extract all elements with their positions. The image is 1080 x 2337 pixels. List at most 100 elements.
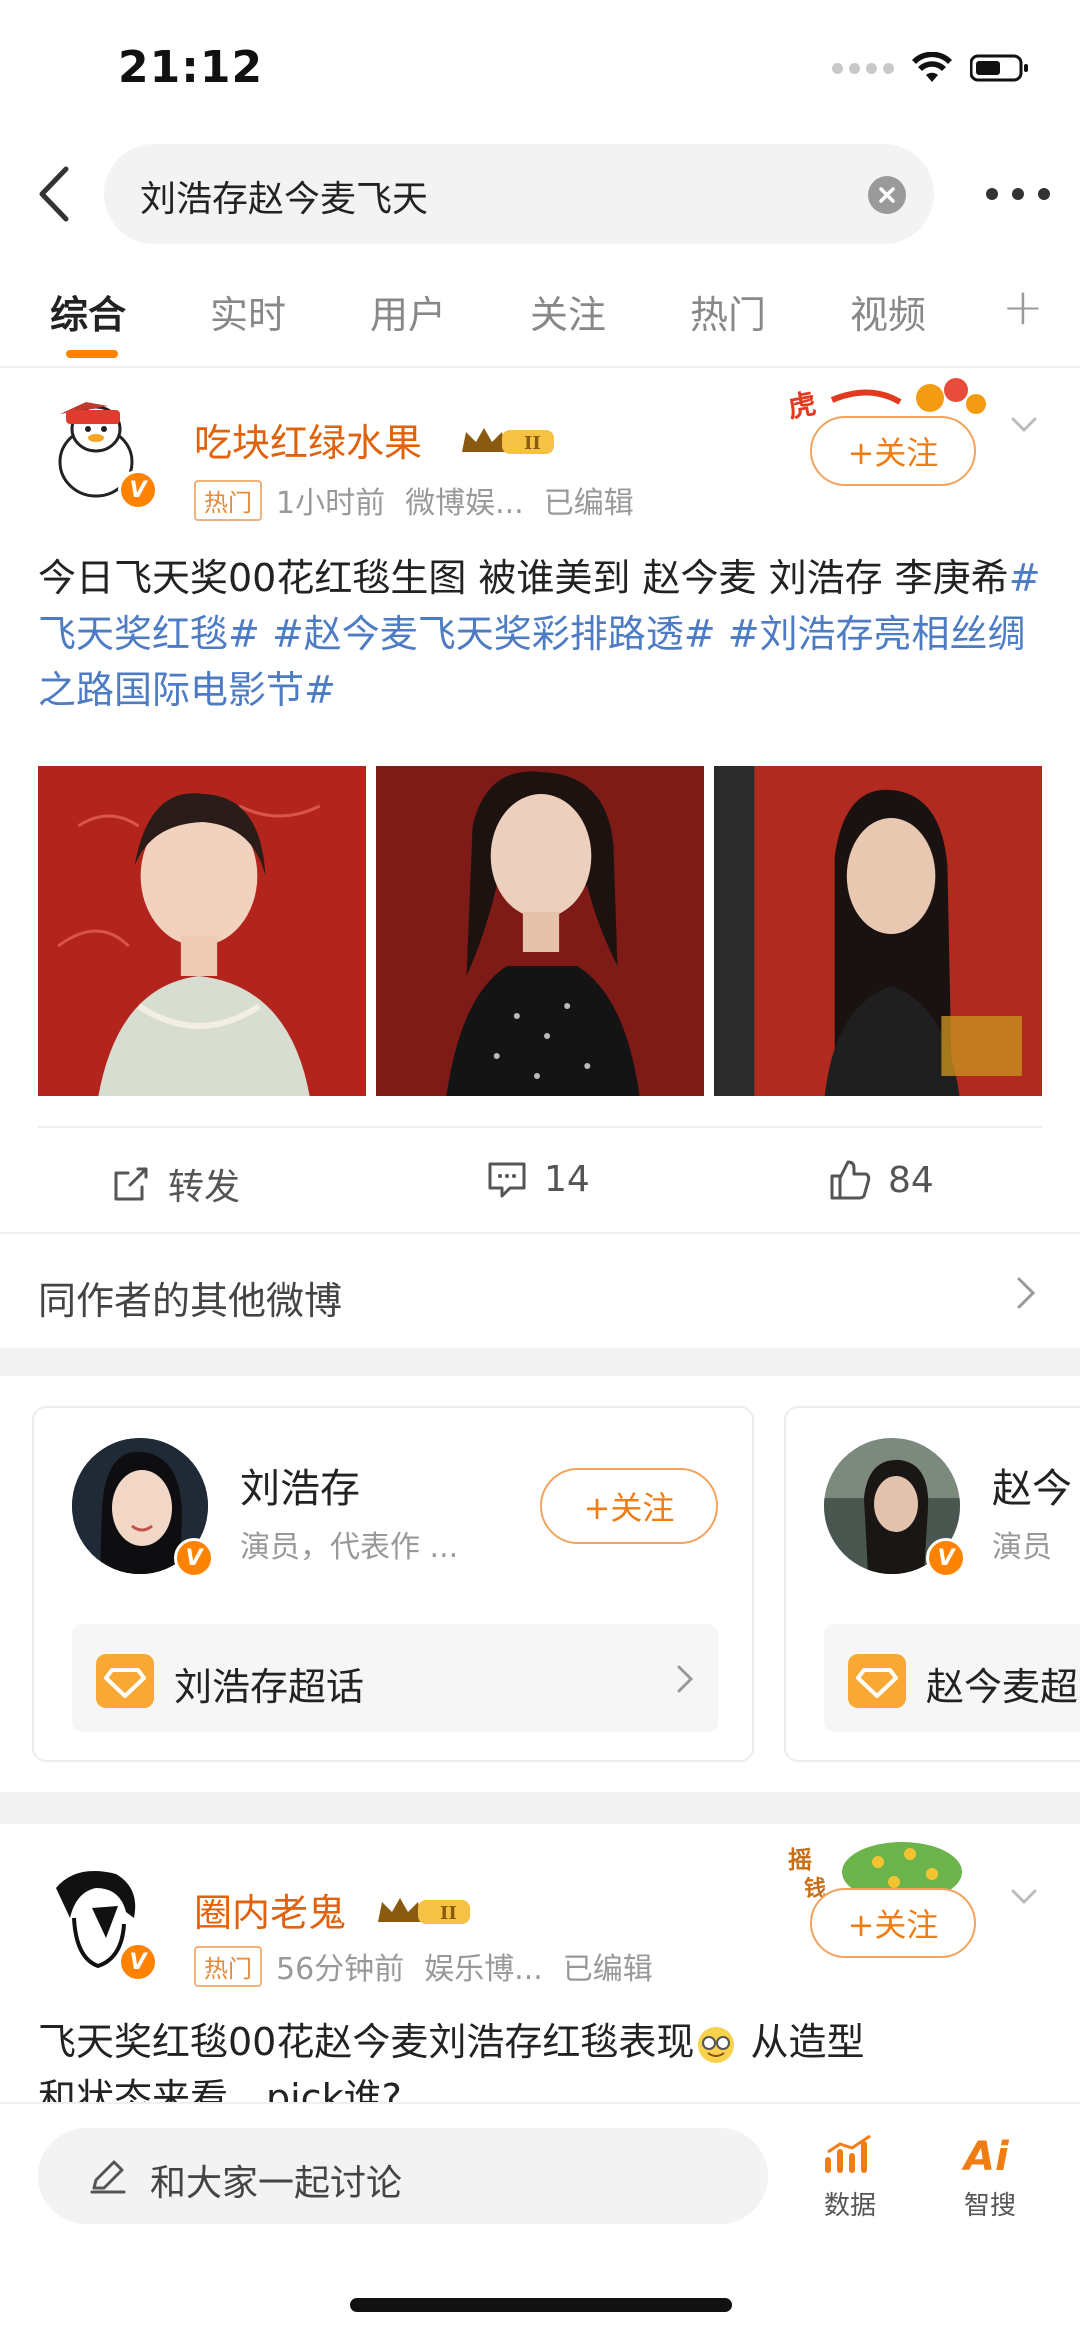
search-input[interactable]: 刘浩存赵今麦飞天 (104, 144, 934, 244)
search-query: 刘浩存赵今麦飞天 (140, 179, 429, 220)
signal-icon (832, 62, 894, 74)
ai-icon: Ai (961, 2134, 1010, 2180)
post-text: 今日飞天奖00花红毯生图 被谁美到 赵今麦 刘浩存 李庚希 (38, 556, 1009, 600)
post-actions: 转发 14 84 (38, 1126, 1042, 1226)
active-tab-indicator (66, 350, 118, 358)
status-bar: 21:12 (0, 0, 1080, 140)
card-username[interactable]: 刘浩存 (240, 1456, 360, 1514)
card-username[interactable]: 赵今 (992, 1456, 1072, 1514)
svg-text:虎: 虎 (785, 387, 818, 424)
super-topic-label: 赵今麦超 (926, 1665, 1079, 1709)
tab-video[interactable]: 视频 (850, 284, 926, 339)
post-text: 从造型 (738, 2020, 865, 2064)
status-icons (832, 52, 1030, 84)
vip-level-icon: II (462, 428, 554, 454)
username[interactable]: 吃块红绿水果 (194, 412, 422, 467)
post-source: 微博娱... (405, 486, 524, 521)
svg-text:摇: 摇 (788, 1846, 812, 1874)
more-options-button[interactable] (986, 176, 1050, 212)
post-body: 飞天奖红毯00花赵今麦刘浩存红毯表现 从造型 和状态来看，pick谁? (38, 2014, 1048, 2102)
super-topic-link[interactable]: 刘浩存超话 (72, 1624, 718, 1732)
back-button[interactable] (28, 162, 78, 226)
section-divider (0, 1792, 1080, 1824)
status-time: 21:12 (118, 42, 264, 93)
laughing-emoji-icon (698, 2026, 735, 2063)
pencil-icon (90, 2160, 126, 2194)
discuss-placeholder: 和大家一起讨论 (150, 2163, 403, 2204)
follow-button[interactable]: +关注 (810, 416, 976, 486)
tab-following[interactable]: 关注 (530, 284, 606, 339)
post-source: 娱乐博... (424, 1952, 543, 1987)
post-time: 56分钟前 (276, 1952, 405, 1987)
search-tabs: 综合 实时 用户 关注 热门 视频 + (0, 268, 1080, 364)
user-card[interactable]: V 赵今 演员 赵今麦超 (784, 1406, 1080, 1762)
post-text: 飞天奖红毯00花赵今麦刘浩存红毯表现 (38, 2020, 695, 2064)
super-topic-link[interactable]: 赵今麦超 (824, 1624, 1080, 1732)
post-photo[interactable] (38, 766, 366, 1096)
verified-badge-icon: V (926, 1538, 966, 1578)
post-time: 1小时前 (276, 486, 386, 521)
repost-button[interactable]: 转发 (110, 1158, 240, 1210)
post-body: 今日飞天奖00花红毯生图 被谁美到 赵今麦 刘浩存 李庚希#飞天奖红毯# #赵今… (38, 550, 1048, 718)
post-photo[interactable] (714, 766, 1042, 1096)
home-indicator (350, 2298, 732, 2312)
more-from-author-label: 同作者的其他微博 (38, 1279, 343, 1323)
like-button[interactable]: 84 (828, 1158, 934, 1202)
vip-level-icon: II (378, 1898, 470, 1924)
repost-icon (114, 1167, 148, 1201)
tab-users[interactable]: 用户 (370, 284, 446, 339)
hot-tag: 热门 (194, 1945, 262, 1987)
super-topic-icon (848, 1654, 906, 1708)
ai-search-button[interactable]: Ai 智搜 (940, 2130, 1040, 2222)
verified-badge-icon: V (118, 470, 158, 510)
chevron-left-icon (39, 166, 69, 222)
tab-realtime[interactable]: 实时 (210, 284, 286, 339)
thumbs-up-icon (830, 1160, 871, 1200)
chevron-down-icon[interactable] (1010, 410, 1038, 438)
svg-text:II: II (440, 1903, 457, 1924)
search-header: 刘浩存赵今麦飞天 (0, 140, 1080, 250)
clear-search-button[interactable] (868, 176, 906, 214)
verified-badge-icon: V (174, 1538, 214, 1578)
post-photo[interactable] (376, 766, 704, 1096)
comment-icon (488, 1162, 526, 1198)
data-button[interactable]: 数据 (800, 2130, 900, 2222)
add-tab-button[interactable]: + (1002, 278, 1044, 336)
hot-tag: 热门 (194, 479, 262, 521)
section-divider (0, 1348, 1080, 1376)
follow-button[interactable]: +关注 (540, 1468, 718, 1544)
chevron-right-icon (677, 1665, 694, 1693)
close-icon (879, 187, 895, 203)
super-topic-icon (96, 1654, 154, 1708)
svg-text:Ai: Ai (961, 2134, 1010, 2178)
bottom-bar: 和大家一起讨论 数据 Ai 智搜 (0, 2102, 1080, 2337)
photo-grid (38, 766, 1042, 1096)
like-count: 84 (888, 1159, 934, 1201)
post-meta: 热门 56分钟前 娱乐博... 已编辑 (194, 1944, 653, 1988)
edited-label: 已编辑 (562, 1952, 653, 1987)
user-card[interactable]: V 刘浩存 演员，代表作 ... +关注 刘浩存超话 (32, 1406, 754, 1762)
tab-comprehensive[interactable]: 综合 (50, 284, 126, 339)
repost-label: 转发 (168, 1167, 241, 1208)
tab-hot[interactable]: 热门 (690, 284, 766, 339)
svg-text:II: II (524, 433, 541, 454)
verified-badge-icon: V (118, 1942, 158, 1982)
username[interactable]: 圈内老鬼 (194, 1882, 346, 1937)
hashtag[interactable]: #赵今麦飞天奖彩排路透# (272, 612, 716, 656)
comment-count: 14 (544, 1158, 590, 1200)
chart-icon (825, 2134, 871, 2173)
more-from-author-row[interactable]: 同作者的其他微博 (0, 1232, 1080, 1348)
ai-label: 智搜 (963, 2191, 1016, 2221)
super-topic-label: 刘浩存超话 (174, 1665, 365, 1709)
follow-button[interactable]: +关注 (810, 1888, 976, 1958)
data-label: 数据 (823, 2191, 876, 2221)
post-card[interactable]: V 圈内老鬼 II 热门 56分钟前 娱乐博... 已编辑 摇 钱 +关注 飞天… (0, 1832, 1080, 2102)
post-meta: 热门 1小时前 微博娱... 已编辑 (194, 478, 634, 522)
comment-button[interactable]: 14 (486, 1158, 590, 1200)
discuss-input[interactable]: 和大家一起讨论 (38, 2128, 768, 2224)
card-description: 演员，代表作 ... (240, 1530, 459, 1565)
chevron-down-icon[interactable] (1010, 1882, 1038, 1910)
battery-icon (970, 54, 1028, 82)
card-description: 演员 (992, 1530, 1052, 1565)
edited-label: 已编辑 (543, 486, 634, 521)
